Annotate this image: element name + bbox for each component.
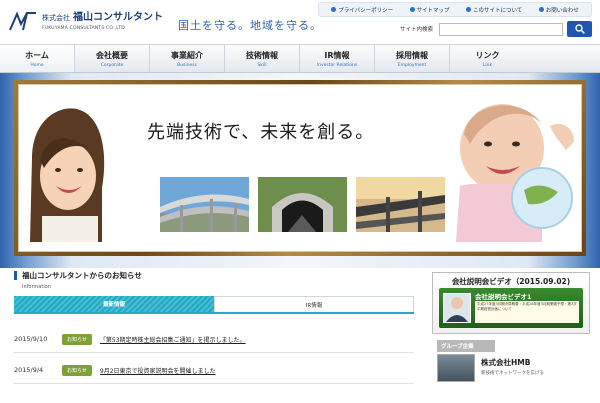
- utility-links: プライバシーポリシー サイトマップ このサイトについて お問い合わせ: [318, 2, 592, 17]
- baby-photo: [450, 86, 578, 242]
- company-logo-icon[interactable]: [9, 10, 37, 32]
- contact-link[interactable]: お問い合わせ: [538, 6, 579, 14]
- news-subtitle: Information: [22, 284, 51, 290]
- news-date: 2015/9/4: [14, 366, 44, 374]
- group-company-hmb[interactable]: 株式会社HMB 新技術でネットワークを広げる: [437, 354, 590, 384]
- nav-label: 会社概要: [96, 50, 128, 60]
- news-title: 福山コンサルタントからのお知らせ: [14, 270, 142, 281]
- nav-label: ホーム: [25, 50, 49, 60]
- company-name: 株式会社 福山コンサルタント: [42, 8, 163, 23]
- nav-home[interactable]: ホーム Home: [0, 45, 75, 72]
- privacy-policy-link[interactable]: プライバシーポリシー: [331, 6, 393, 14]
- link-label: このサイトについて: [472, 7, 523, 14]
- company-prefix: 株式会社: [42, 14, 70, 22]
- video-box-title: 会社説明会ビデオ（2015.09.02): [451, 277, 571, 286]
- nav-employment[interactable]: 採用情報 Employment: [375, 45, 450, 72]
- nav-sublabel: Link: [482, 62, 493, 68]
- nav-label: 事業紹介: [171, 50, 203, 60]
- tab-ir-news[interactable]: IR情報: [214, 296, 414, 312]
- about-site-link[interactable]: このサイトについて: [465, 6, 523, 14]
- nav-label: IR情報: [324, 50, 350, 60]
- group-company-desc: 新技術でネットワークを広げる: [481, 371, 544, 376]
- bridge-photo: [356, 177, 445, 232]
- video-banner-desc: 平成27年度3月期決算概要・平成28年度3月期業績予想・第3次中期経営計画につい…: [475, 301, 579, 323]
- video-banner-title: 会社説明会ビデオ1: [475, 293, 532, 301]
- nav-label: 技術情報: [246, 50, 278, 60]
- news-category-badge: お知らせ: [62, 364, 92, 376]
- search-input[interactable]: [439, 22, 564, 36]
- bullet-icon: [331, 7, 337, 12]
- link-label: お問い合わせ: [545, 7, 579, 14]
- news-item-link[interactable]: 9月2日東京で投資家説明会を開催しました: [100, 366, 216, 375]
- nav-sublabel: Corporate: [100, 62, 124, 68]
- bullet-icon: [465, 7, 471, 12]
- company-logo[interactable]: 株式会社 福山コンサルタント FUKUYAMA CONSULTANTS CO.,L…: [42, 8, 163, 31]
- link-label: サイトマップ: [416, 7, 450, 14]
- news-item: 2015/9/4 お知らせ 9月2日東京で投資家説明会を開催しました: [14, 363, 414, 377]
- bullet-icon: [538, 7, 544, 12]
- nav-link[interactable]: リンク Link: [450, 45, 525, 72]
- site-header: 株式会社 福山コンサルタント FUKUYAMA CONSULTANTS CO.,L…: [0, 0, 600, 44]
- nav-sublabel: Skill: [257, 62, 267, 68]
- company-name-en: FUKUYAMA CONSULTANTS CO.,LTD: [42, 26, 125, 31]
- nav-sublabel: Employment: [397, 62, 427, 68]
- search-button[interactable]: [567, 21, 592, 37]
- group-company-name: 株式会社HMB: [481, 358, 531, 367]
- company-video-box: 会社説明会ビデオ（2015.09.02) 会社説明会ビデオ1 平成27年度3月期…: [432, 272, 590, 334]
- news-tabs: 最新情報 IR情報: [14, 296, 414, 314]
- header-slogan: 国土を守る。地域を守る。: [178, 19, 322, 32]
- nav-business[interactable]: 事業紹介 Business: [150, 45, 225, 72]
- title-bar-icon: [14, 271, 17, 280]
- nav-sublabel: Home: [30, 62, 44, 68]
- nav-label: 採用情報: [396, 50, 428, 60]
- sitemap-link[interactable]: サイトマップ: [409, 6, 450, 14]
- news-item-link[interactable]: 「第53期定時株主総会招集ご通知」を掲示しました。: [100, 335, 246, 344]
- hero-tagline: 先端技術で、未来を創る。: [147, 122, 375, 143]
- news-divider: [14, 352, 414, 353]
- tab-latest-news[interactable]: 最新情報: [14, 296, 214, 312]
- news-title-text: 福山コンサルタントからのお知らせ: [22, 271, 142, 280]
- group-companies-heading: グループ企業: [437, 340, 495, 352]
- search-icon: [574, 24, 585, 34]
- nav-label: リンク: [475, 50, 500, 60]
- nav-investor-relations[interactable]: IR情報 Investor Relations: [300, 45, 375, 72]
- link-label: プライバシーポリシー: [338, 7, 394, 14]
- nav-skill[interactable]: 技術情報 Skill: [225, 45, 300, 72]
- nav-sublabel: Business: [177, 62, 197, 68]
- presenter-thumbnail: [443, 293, 471, 323]
- video-banner-link[interactable]: 会社説明会ビデオ1 平成27年度3月期決算概要・平成28年度3月期業績予想・第3…: [439, 288, 583, 328]
- news-section-header: 福山コンサルタントからのお知らせ Information: [14, 270, 142, 290]
- global-nav: ホーム Home 会社概要 Corporate 事業紹介 Business 技術情報 S…: [0, 44, 600, 73]
- bullet-icon: [409, 7, 415, 12]
- company-name-text: 福山コンサルタント: [73, 12, 163, 23]
- hmb-thumbnail: [437, 354, 475, 382]
- girl-photo: [22, 98, 110, 242]
- nav-sublabel: Investor Relations: [316, 62, 358, 68]
- search-label: サイト内検索: [400, 27, 434, 33]
- site-search: サイト内検索: [400, 22, 564, 36]
- news-date: 2015/9/10: [14, 335, 48, 343]
- news-category-badge: お知らせ: [62, 333, 92, 345]
- news-item: 2015/9/10 お知らせ 「第53期定時株主総会招集ご通知」を掲示しました。: [14, 332, 414, 346]
- person-icon: [446, 297, 468, 322]
- news-divider: [14, 383, 414, 384]
- highway-photo: [160, 177, 249, 232]
- tunnel-photo: [258, 177, 347, 232]
- nav-corporate[interactable]: 会社概要 Corporate: [75, 45, 150, 72]
